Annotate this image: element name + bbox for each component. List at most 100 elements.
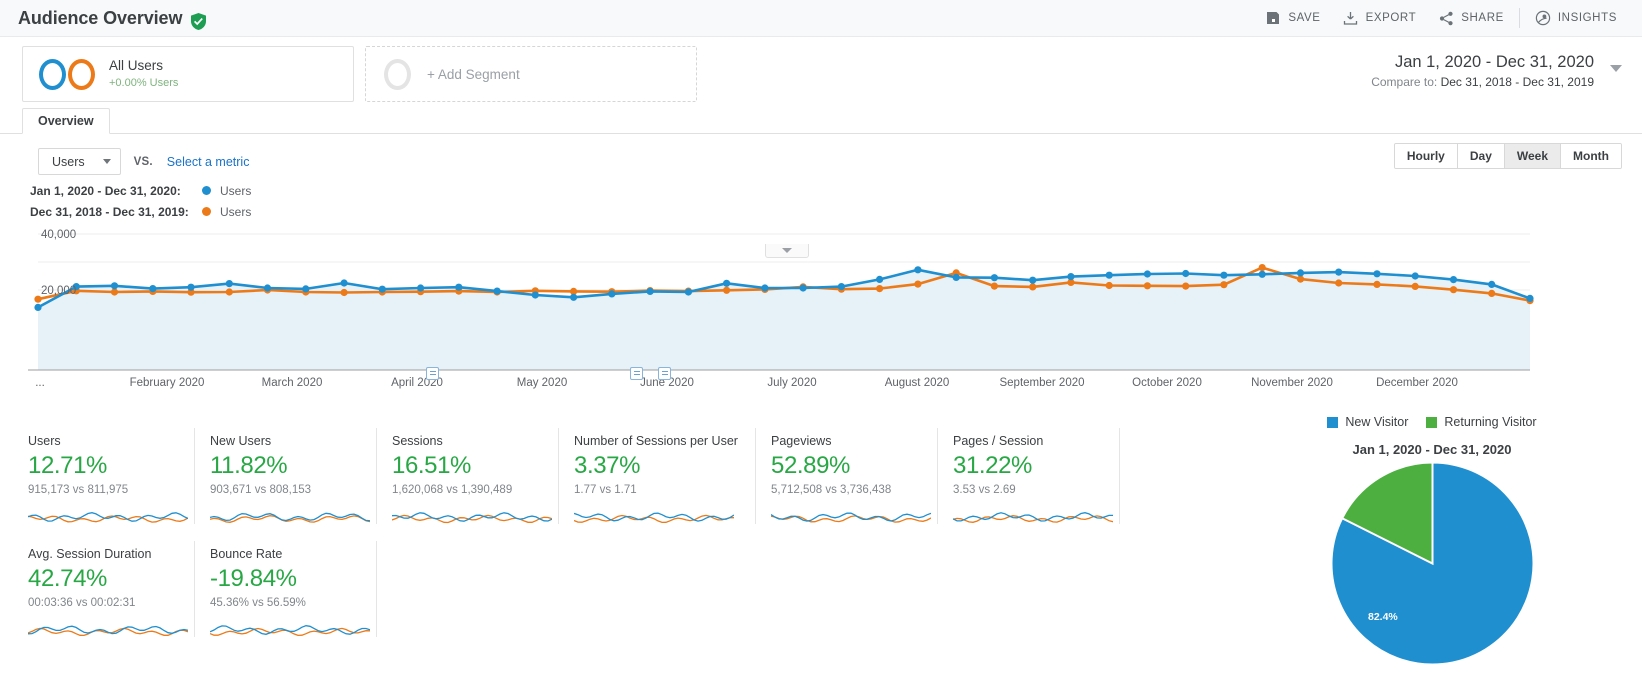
axis-label: November 2020 xyxy=(1251,377,1333,389)
metric-select-value: Users xyxy=(52,154,85,169)
pie-legend-label-new: New Visitor xyxy=(1345,415,1409,429)
axis-label: August 2020 xyxy=(884,377,950,389)
pie-slice-label-returning: 17.6% xyxy=(1300,495,1330,507)
add-segment-label: + Add Segment xyxy=(427,66,520,82)
compare-range: Dec 31, 2018 - Dec 31, 2019 xyxy=(1440,74,1594,89)
compare-prefix: Compare to: xyxy=(1371,74,1441,89)
metric-card-row-1: Users 12.71% 915,173 vs 811,975 New Users 11… xyxy=(27,428,1138,524)
date-range-primary: Jan 1, 2020 - Dec 31, 2020 xyxy=(1394,53,1594,71)
segment-bar: All Users +0.00% Users + Add Segment Jan… xyxy=(0,37,1642,109)
metric-card-title: Pageviews xyxy=(771,434,832,448)
metric-card[interactable]: New Users 11.82% 903,671 vs 808,153 xyxy=(209,428,377,524)
granularity-month[interactable]: Month xyxy=(1561,144,1621,168)
legend-row-primary: Jan 1, 2020 - Dec 31, 2020: Users xyxy=(30,180,1642,201)
legend-swatch-green-icon xyxy=(1426,416,1438,428)
granularity-toggle-group: Hourly Day Week Month xyxy=(1393,143,1622,169)
vs-label: VS. xyxy=(133,155,153,168)
metric-card-title: New Users xyxy=(210,434,272,448)
users-timeseries-chart[interactable]: 40,000 20,000 ... February 2020 March 2020 A… xyxy=(0,228,1642,389)
segment-subtext: +0.00% Users xyxy=(109,76,179,89)
metric-card-comparison: 1.77 vs 1.71 xyxy=(574,484,637,496)
chart-annotation-handle[interactable] xyxy=(658,367,671,380)
chart-collapse-handle[interactable] xyxy=(765,244,809,258)
metric-card[interactable]: Users 12.71% 915,173 vs 811,975 xyxy=(27,428,195,524)
chart-annotation-handle[interactable] xyxy=(630,367,643,380)
chart-x-axis-labels: ... February 2020 March 2020 April 2020 May … xyxy=(0,367,1642,393)
legend-range-compare: Dec 31, 2018 - Dec 31, 2019: xyxy=(30,204,189,219)
insights-atom-icon xyxy=(1535,10,1551,26)
legend-swatch-blue-icon xyxy=(1327,416,1339,428)
legend-dot-blue-icon xyxy=(202,186,211,195)
chevron-down-icon xyxy=(782,248,792,253)
tab-overview[interactable]: Overview xyxy=(22,108,110,134)
add-segment-button[interactable]: + Add Segment xyxy=(365,46,697,102)
metric-card-percent: 16.51% xyxy=(392,452,471,479)
pie-legend-label-returning: Returning Visitor xyxy=(1444,415,1537,429)
metric-card-percent: 12.71% xyxy=(28,452,107,479)
metric-cards: Users 12.71% 915,173 vs 811,975 New Users 11… xyxy=(27,428,1138,637)
metric-select-dropdown[interactable]: Users xyxy=(38,148,121,175)
pie-legend-new-visitor[interactable]: New Visitor xyxy=(1327,415,1408,429)
metric-card-comparison: 1,620,068 vs 1,390,489 xyxy=(392,484,513,496)
legend-dot-orange-icon xyxy=(202,207,211,216)
insights-label: INSIGHTS xyxy=(1557,12,1617,24)
axis-label: December 2020 xyxy=(1376,377,1458,389)
insights-button[interactable]: INSIGHTS xyxy=(1524,4,1628,32)
legend-series-primary: Users xyxy=(220,183,252,198)
metric-card[interactable]: Number of Sessions per User 3.37% 1.77 vs … xyxy=(573,428,756,524)
pie-title: Jan 1, 2020 - Dec 31, 2020 xyxy=(1352,442,1512,457)
metric-card-row-2: Avg. Session Duration 42.74% 00:03:36 vs 0… xyxy=(27,541,1138,637)
legend-series-compare: Users xyxy=(220,204,252,219)
pie-legend-returning-visitor[interactable]: Returning Visitor xyxy=(1426,415,1537,429)
metric-card-sparkline xyxy=(770,503,932,532)
metric-card[interactable]: Bounce Rate -19.84% 45.36% vs 56.59% xyxy=(209,541,377,637)
metric-card-comparison: 903,671 vs 808,153 xyxy=(210,484,312,496)
metric-card-percent: 31.22% xyxy=(953,452,1032,479)
chevron-down-icon xyxy=(102,159,111,164)
export-button[interactable]: EXPORT xyxy=(1332,4,1428,32)
axis-label: July 2020 xyxy=(767,377,817,389)
metric-card-sparkline xyxy=(573,503,737,532)
pie-slice-label-new: 82.4% xyxy=(1368,611,1398,623)
metric-card-sparkline xyxy=(952,503,1114,532)
legend-row-compare: Dec 31, 2018 - Dec 31, 2019: Users xyxy=(30,201,1642,222)
granularity-hourly[interactable]: Hourly xyxy=(1394,144,1458,168)
ring-blue-icon xyxy=(39,58,66,90)
legend-range-primary: Jan 1, 2020 - Dec 31, 2020: xyxy=(30,183,181,198)
page-header: Audience Overview SAVE EXPORT SHARE INSI… xyxy=(0,0,1642,37)
chart-annotation-handle[interactable] xyxy=(426,367,439,380)
chevron-down-icon[interactable] xyxy=(1610,65,1622,72)
metric-card-sparkline xyxy=(391,503,553,532)
metric-card[interactable]: Pages / Session 31.22% 3.53 vs 2.69 xyxy=(952,428,1120,524)
segment-all-users[interactable]: All Users +0.00% Users xyxy=(22,46,354,102)
metric-card-comparison: 00:03:36 vs 00:02:31 xyxy=(28,597,136,609)
metric-card-sparkline xyxy=(209,503,371,532)
export-label: EXPORT xyxy=(1365,12,1417,24)
save-button[interactable]: SAVE xyxy=(1254,4,1331,32)
axis-label: September 2020 xyxy=(999,377,1085,389)
metric-card-comparison: 5,712,508 vs 3,736,438 xyxy=(771,484,892,496)
axis-label: March 2020 xyxy=(261,377,323,389)
metric-card-comparison: 45.36% vs 56.59% xyxy=(210,597,306,609)
metric-controls-row: Users VS. Select a metric Hourly Day Wee… xyxy=(0,134,1642,178)
visitor-type-panel: New Visitor Returning Visitor Jan 1, 202… xyxy=(1232,415,1632,666)
share-button[interactable]: SHARE xyxy=(1427,4,1515,32)
metric-card-title: Bounce Rate xyxy=(210,547,283,561)
axis-label-first: ... xyxy=(35,377,45,389)
metric-card-percent: 52.89% xyxy=(771,452,850,479)
svg-text:40,000: 40,000 xyxy=(41,229,76,241)
header-divider xyxy=(1518,8,1520,28)
verified-shield-icon xyxy=(191,12,207,30)
granularity-week[interactable]: Week xyxy=(1504,144,1562,168)
date-range-selector[interactable]: Jan 1, 2020 - Dec 31, 2020 Compare to: D… xyxy=(1371,51,1622,90)
chart-legend: Jan 1, 2020 - Dec 31, 2020: Users Dec 31… xyxy=(0,178,1642,222)
metric-card[interactable]: Pageviews 52.89% 5,712,508 vs 3,736,438 xyxy=(770,428,938,524)
metric-card[interactable]: Avg. Session Duration 42.74% 00:03:36 vs 0… xyxy=(27,541,195,637)
pie-chart[interactable]: 17.6% 82.4% xyxy=(1232,461,1632,666)
metric-card-title: Pages / Session xyxy=(953,434,1044,448)
granularity-day[interactable]: Day xyxy=(1457,144,1505,168)
metric-card[interactable]: Sessions 16.51% 1,620,068 vs 1,390,489 xyxy=(391,428,559,524)
metric-card-sparkline xyxy=(27,503,189,532)
metric-card-title: Sessions xyxy=(392,434,443,448)
select-a-metric-link[interactable]: Select a metric xyxy=(167,155,250,169)
